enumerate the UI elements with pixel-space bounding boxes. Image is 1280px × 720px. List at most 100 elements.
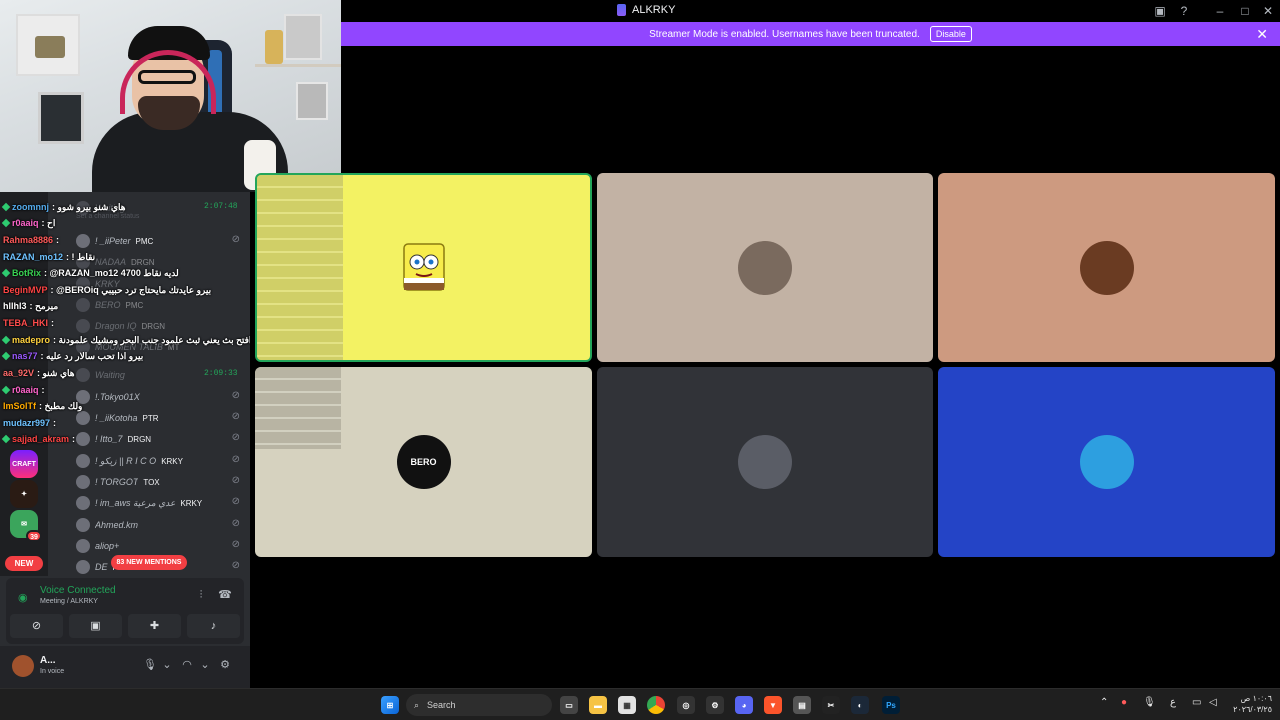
avatar (76, 518, 90, 532)
chat-message: TEBA_HKI: (3, 316, 54, 330)
chat-text: : @RAZAN_mo12 لديه نقاط 4700 (44, 267, 179, 278)
signal-icon: ◉ (18, 592, 28, 604)
avatar (76, 475, 90, 489)
avatar (76, 560, 90, 574)
member-name: ! زيكو || R I C O (95, 455, 157, 466)
member-name: ! im_aws عدي مرعية (95, 497, 176, 508)
chat-text: : ولك مطبخ (39, 400, 83, 411)
app-icon[interactable]: ◎ (677, 696, 695, 714)
search-box[interactable]: ⌕ Search (406, 694, 552, 716)
participant-avatar (738, 435, 792, 489)
voice-channel[interactable]: Meeting / ALKRKY (40, 598, 98, 605)
close-icon[interactable]: ✕ (1256, 26, 1268, 43)
avatar[interactable] (12, 655, 34, 677)
member-name: aliop+ (95, 541, 120, 551)
chat-username: madepro (12, 335, 51, 345)
badge-icon (1, 385, 11, 395)
trophy (265, 30, 283, 64)
badge-icon (1, 202, 11, 212)
maximize-button[interactable]: □ (1238, 4, 1252, 18)
language-indicator[interactable]: ع (1170, 697, 1176, 708)
wall-frame (16, 14, 80, 76)
brave-icon[interactable]: ▼ (764, 696, 782, 714)
steam-icon[interactable]: ◐ (851, 696, 869, 714)
microphone-icon[interactable]: 🎙 (1143, 697, 1156, 708)
chat-username: aa_92V (3, 368, 35, 378)
headphones-icon[interactable]: ◠ (178, 656, 196, 674)
badge-icon (1, 218, 11, 228)
close-button[interactable]: ✕ (1261, 4, 1275, 18)
task-view-icon[interactable]: ▭ (560, 696, 578, 714)
voice-member[interactable]: ! im_aws عدي مرعية KRKY ⊘ (76, 494, 248, 512)
server-icon[interactable]: CRAFT (10, 450, 38, 478)
member-name: Ahmed.km (95, 520, 139, 530)
new-pill[interactable]: NEW (5, 556, 43, 571)
chat-text: : هاي شنو (37, 367, 75, 378)
store-icon[interactable]: ▦ (618, 696, 636, 714)
chevron-down-icon[interactable]: ⌄ (196, 656, 214, 674)
chat-message: r0aaiq: (1, 383, 45, 397)
participant-tile[interactable] (938, 367, 1275, 557)
steam-like-icon[interactable]: ⚙ (706, 696, 724, 714)
chat-text: : (56, 235, 60, 245)
chevron-down-icon[interactable]: ⌄ (158, 656, 176, 674)
chat-username: RAZAN_mo12 (3, 252, 64, 262)
participant-avatar (738, 240, 792, 295)
participant-tile[interactable]: BERO (255, 367, 592, 557)
chevron-up-icon[interactable]: ⌃ (1100, 697, 1108, 708)
gear-icon[interactable]: ⚙ (216, 656, 234, 674)
member-tag: KRKY (161, 456, 183, 466)
capcut-icon[interactable]: ✂ (822, 696, 840, 714)
photoshop-icon[interactable]: Ps (882, 696, 900, 714)
minimize-button[interactable]: – (1213, 4, 1227, 18)
server-icon[interactable]: ✉ 39 (10, 510, 42, 542)
badge-icon (1, 434, 11, 444)
screen-share-button[interactable]: ▣ (69, 614, 122, 638)
desktop: ALKRKY ▣ ? – □ ✕ Streamer Mode is enable… (0, 0, 1280, 720)
camera-button[interactable]: ⊘ (10, 614, 63, 638)
chat-overlay: zoomnnj: هاي شنو بيرو شوو r0aaiq: اح Rahma… (0, 196, 250, 450)
clock[interactable]: ١٠:٠٦ ص ٢٠٢٦/٠٣/٢٥ (1222, 693, 1272, 715)
discord-logo-icon (617, 4, 626, 16)
start-button[interactable]: ⊞ (381, 696, 399, 714)
discord-icon[interactable]: ◕ (735, 696, 753, 714)
chat-message: BeginMVP: @BEROiq بيرو عايدتك مايحتاج تر… (3, 283, 211, 297)
server-icon[interactable]: ✦ (10, 480, 38, 508)
participant-tile[interactable] (938, 173, 1275, 362)
voice-member[interactable]: aliop+ ⊘ (76, 537, 248, 555)
activities-button[interactable]: ✚ (128, 614, 181, 638)
inbox-icon[interactable]: ▣ (1153, 4, 1167, 18)
participant-tile[interactable] (597, 367, 933, 557)
chat-username: hllhl3 (3, 301, 27, 311)
chrome-icon[interactable] (647, 696, 665, 714)
voice-member[interactable]: ! TORGOT TOX ⊘ (76, 473, 248, 491)
voice-status[interactable]: Voice Connected (40, 585, 116, 596)
network-icon[interactable]: ▭ (1192, 697, 1201, 708)
deafened-icon: ⊘ (231, 475, 240, 486)
chat-text: : (72, 434, 76, 444)
disable-button[interactable]: Disable (929, 26, 972, 42)
chat-username: mudazr997 (3, 418, 51, 428)
chat-text: : @BEROiq بيرو عايدتك مايحتاج ترد حبيبي (50, 284, 212, 295)
soundboard-button[interactable]: ♪ (187, 614, 240, 638)
microphone-icon[interactable]: 🎙 (141, 656, 159, 674)
chat-message: mudazr997: (3, 416, 56, 430)
help-icon[interactable]: ? (1177, 4, 1191, 18)
participant-tile[interactable] (597, 173, 933, 362)
tray-app-icon[interactable]: ● (1121, 697, 1127, 708)
app-icon[interactable]: ▤ (793, 696, 811, 714)
chat-message: Rahma8886: (3, 233, 59, 247)
chat-message: RAZAN_mo12: ! نقاط (3, 250, 95, 264)
volume-icon[interactable]: ◁ (1209, 697, 1217, 708)
chat-username: r0aaiq (12, 218, 39, 228)
noise-suppression-icon[interactable]: ⫶ (192, 586, 210, 604)
voice-member[interactable]: ! زيكو || R I C O KRKY ⊘ (76, 452, 248, 470)
unread-badge: 39 (26, 530, 42, 542)
chat-username: sajjad_akram (12, 434, 70, 444)
disconnect-icon[interactable]: ☎ (216, 586, 234, 604)
chat-message: aa_92V: هاي شنو (3, 366, 74, 380)
participant-tile[interactable] (255, 173, 592, 362)
voice-member[interactable]: Ahmed.km ⊘ (76, 516, 248, 534)
file-explorer-icon[interactable]: ▬ (589, 696, 607, 714)
new-mentions-pill[interactable]: 83 NEW MENTIONS (111, 555, 187, 570)
